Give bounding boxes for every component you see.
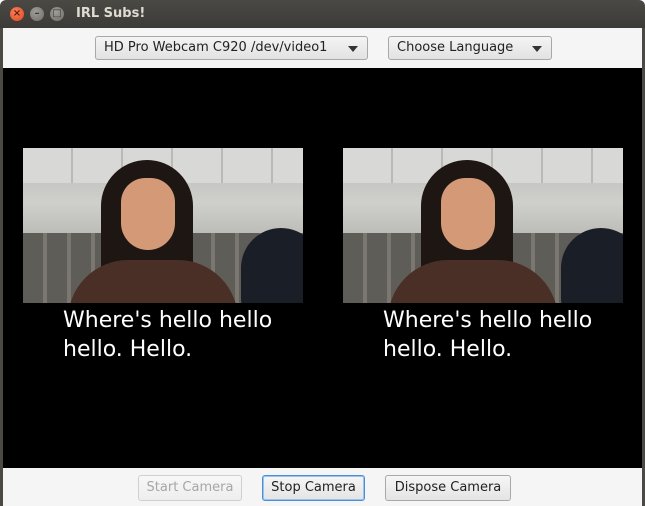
chevron-down-icon: [348, 46, 358, 52]
video-frame-right: [343, 148, 623, 303]
person-face: [441, 178, 495, 250]
maximize-window-icon[interactable]: □: [50, 7, 64, 21]
camera-select-value: HD Pro Webcam C920 /dev/video1: [104, 40, 328, 55]
window-titlebar: × – □ IRL Subs!: [0, 0, 645, 28]
camera-select[interactable]: HD Pro Webcam C920 /dev/video1: [95, 36, 368, 60]
stop-camera-button[interactable]: Stop Camera: [262, 475, 365, 501]
person-face: [121, 178, 175, 250]
dispose-camera-button[interactable]: Dispose Camera: [385, 475, 511, 501]
close-window-icon[interactable]: ×: [10, 7, 24, 21]
language-select-value: Choose Language: [397, 40, 514, 55]
minimize-window-icon[interactable]: –: [30, 7, 44, 21]
window-title: IRL Subs!: [76, 6, 146, 21]
window-body: HD Pro Webcam C920 /dev/video1 Choose La…: [3, 28, 642, 506]
subtitle-text-right: Where's hello hello hello. Hello.: [383, 308, 593, 362]
language-select[interactable]: Choose Language: [388, 36, 552, 60]
start-camera-button[interactable]: Start Camera: [138, 475, 242, 501]
chevron-down-icon: [532, 46, 542, 52]
subtitle-text-left: Where's hello hello hello. Hello.: [63, 308, 273, 362]
video-display-area: Where's hello hello hello. Hello. Where'…: [3, 68, 642, 468]
video-frame-left: [23, 148, 303, 303]
